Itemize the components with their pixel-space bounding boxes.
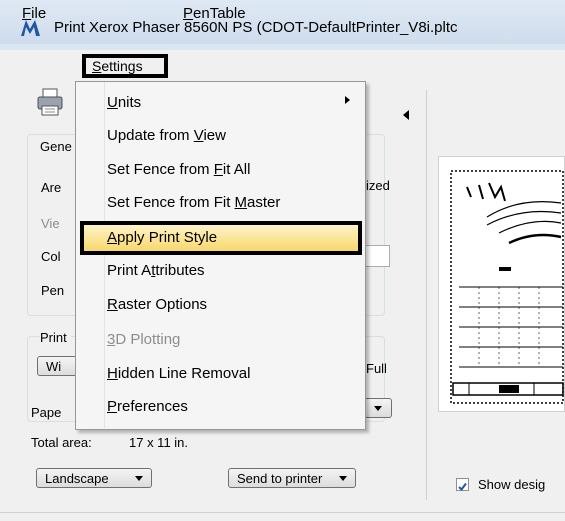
hidden-line-post: idden Line Removal [117,365,251,382]
submenu-arrow-icon [345,96,350,104]
orientation-value: Landscape [45,471,109,486]
menu-file-text: ile [31,5,47,22]
color-label: Col [41,249,61,264]
menu-item-raster-options[interactable]: Raster Options [107,296,207,313]
menu-icon-gutter [104,82,105,428]
menu-pentable[interactable]: PenTable [183,5,246,22]
checkmark-icon [458,482,467,492]
print-group-legend: Print [40,330,71,345]
drawing-thumbnail [450,170,564,404]
menu-settings[interactable]: Settings [82,54,168,78]
chevron-down-icon [374,406,382,411]
show-design-checkbox[interactable] [456,478,469,492]
paper-size-dropdown[interactable] [364,398,392,418]
fence-fit-all-pre: Set Fence from [107,161,214,178]
print-preview [438,156,565,412]
preferences-post: references [117,398,188,415]
menu-file-accel: F [22,5,32,22]
show-design-label: Show desig [478,477,546,492]
apply-style-accel: A [107,229,118,246]
view-label: Vie [41,216,60,231]
update-view-accel: V [193,127,204,144]
destination-dropdown[interactable]: Send to printer [228,468,356,488]
chevron-down-icon [135,476,143,481]
menu-item-preferences[interactable]: Preferences [107,398,188,415]
fence-fit-all-accel: F [213,161,223,178]
fence-fit-master-post: aster [247,194,281,211]
panel-divider[interactable] [426,90,427,500]
printer-icon[interactable] [36,88,64,118]
rasterized-label: ized [366,178,390,193]
menu-pentable-text: enTable [193,5,246,22]
chevron-down-icon [339,476,347,481]
units-post: nits [117,94,142,111]
menu-item-3d-plotting: 3D Plotting [107,331,180,348]
status-bar-divider [0,512,565,513]
menu-item-fence-fit-all[interactable]: Set Fence from Fit All [107,161,250,178]
collapse-arrow-icon[interactable] [403,110,409,120]
hidden-line-accel: H [107,365,118,382]
fence-fit-master-accel: M [234,194,248,211]
destination-value: Send to printer [237,471,323,486]
fence-fit-all-post: it All [222,161,251,178]
preferences-accel: P [107,398,118,415]
menu-item-update-from-view[interactable]: Update from View [107,127,226,144]
menu-settings-text: ettings [101,58,143,74]
window-title: Print Xerox Phaser 8560N PS (CDOT-Defaul… [54,19,458,36]
units-accel: U [107,94,118,111]
print-attr-post: tributes [155,262,205,279]
apply-style-post: pply Print Style [117,229,218,246]
raster-post: aster Options [117,296,208,313]
plotting-post: D Plotting [115,331,181,348]
update-view-pre: Update from [107,127,194,144]
menu-item-hidden-line-removal[interactable]: Hidden Line Removal [107,365,250,382]
menu-item-fence-fit-master[interactable]: Set Fence from Fit Master [107,194,280,211]
menu-item-print-attributes[interactable]: Print Attributes [107,262,205,279]
menu-pentable-accel: P [183,5,194,22]
pen-label: Pen [41,283,65,298]
orientation-dropdown[interactable]: Landscape [36,468,152,488]
window-mode-label: Wi [46,359,62,374]
window-mode-button[interactable]: Wi [37,356,77,376]
area-label: Are [41,180,62,195]
paper-label: Pape [31,405,62,420]
total-area-value: 17 x 11 in. [129,435,189,450]
full-label: Full [366,361,387,376]
update-view-post: iew [203,127,226,144]
total-area-label: Total area: [31,435,92,450]
raster-accel: R [107,296,118,313]
menu-item-apply-print-style[interactable]: Apply Print Style [107,229,217,246]
fence-fit-master-pre: Set Fence from Fit [107,194,235,211]
print-attr-pre: Print A [107,262,152,279]
general-group-legend: Gene [40,139,76,154]
menu-settings-accel: S [92,58,102,74]
menu-item-units[interactable]: Units [107,94,141,111]
menu-file[interactable]: File [22,5,46,22]
